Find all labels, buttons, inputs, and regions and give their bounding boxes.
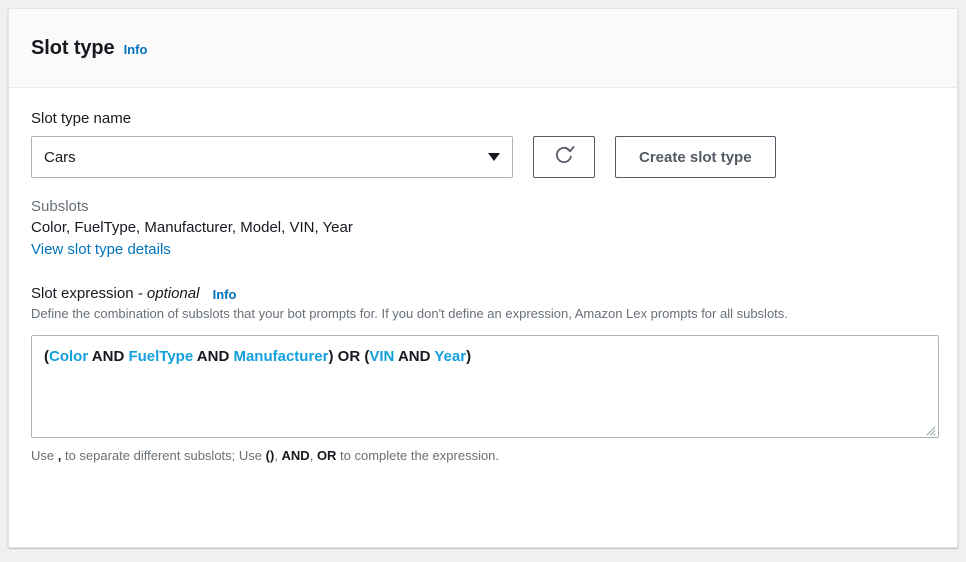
slot-expression-label: Slot expression - optional Info <box>31 285 935 302</box>
slot-expression-description: Define the combination of subslots that … <box>31 305 935 324</box>
expression-token-slot: Year <box>434 348 466 365</box>
slot-expression-textarea[interactable]: (Color AND FuelType AND Manufacturer) OR… <box>31 335 939 438</box>
hint-segment: OR <box>317 448 337 463</box>
expression-token-slot: Color <box>49 348 88 365</box>
slot-expression-section: Slot expression - optional Info Define t… <box>31 285 935 463</box>
slot-type-name-value: Cars <box>44 149 76 166</box>
expression-token-slot: Manufacturer <box>233 348 328 365</box>
slot-type-name-label: Slot type name <box>31 110 935 127</box>
refresh-button[interactable] <box>533 136 595 178</box>
slot-type-panel: Slot type Info Slot type name Cars <box>8 8 958 548</box>
hint-segment: , <box>274 448 281 463</box>
resize-handle-icon[interactable] <box>924 423 936 435</box>
expression-token-op: OR <box>334 348 365 365</box>
expression-token-slot: FuelType <box>128 348 193 365</box>
expression-token-op: AND <box>394 348 434 365</box>
subslots-values: Color, FuelType, Manufacturer, Model, VI… <box>31 219 935 236</box>
hint-segment: to complete the expression. <box>336 448 499 463</box>
expression-token-paren: ) <box>466 348 471 365</box>
hint-segment: AND <box>282 448 310 463</box>
subslots-label: Subslots <box>31 198 935 215</box>
slot-expression-optional-text: - optional <box>138 285 200 302</box>
slot-expression-info-link[interactable]: Info <box>213 287 237 302</box>
create-slot-type-button[interactable]: Create slot type <box>615 136 776 178</box>
slot-type-name-select-wrapper: Cars <box>31 136 513 178</box>
panel-body: Slot type name Cars Create slot <box>9 88 957 463</box>
create-slot-type-label: Create slot type <box>639 149 752 166</box>
refresh-icon <box>553 144 575 171</box>
slot-type-name-row: Cars Create slot type <box>31 136 935 178</box>
hint-segment: to separate different subslots; Use <box>61 448 265 463</box>
slot-expression-value: (Color AND FuelType AND Manufacturer) OR… <box>44 346 926 367</box>
subslots-section: Subslots Color, FuelType, Manufacturer, … <box>31 198 935 259</box>
expression-token-op: AND <box>193 348 233 365</box>
slot-type-name-select[interactable]: Cars <box>31 136 513 178</box>
panel-header: Slot type Info <box>9 9 957 88</box>
expression-token-op: AND <box>88 348 128 365</box>
slot-expression-hint: Use , to separate different subslots; Us… <box>31 448 935 463</box>
view-slot-type-details-link[interactable]: View slot type details <box>31 241 171 258</box>
hint-segment: () <box>266 448 275 463</box>
hint-segment: , <box>310 448 317 463</box>
expression-token-slot: VIN <box>369 348 394 365</box>
hint-segment: Use <box>31 448 58 463</box>
header-info-link[interactable]: Info <box>124 42 148 57</box>
page-title: Slot type <box>31 37 115 60</box>
slot-expression-label-text: Slot expression <box>31 285 134 302</box>
